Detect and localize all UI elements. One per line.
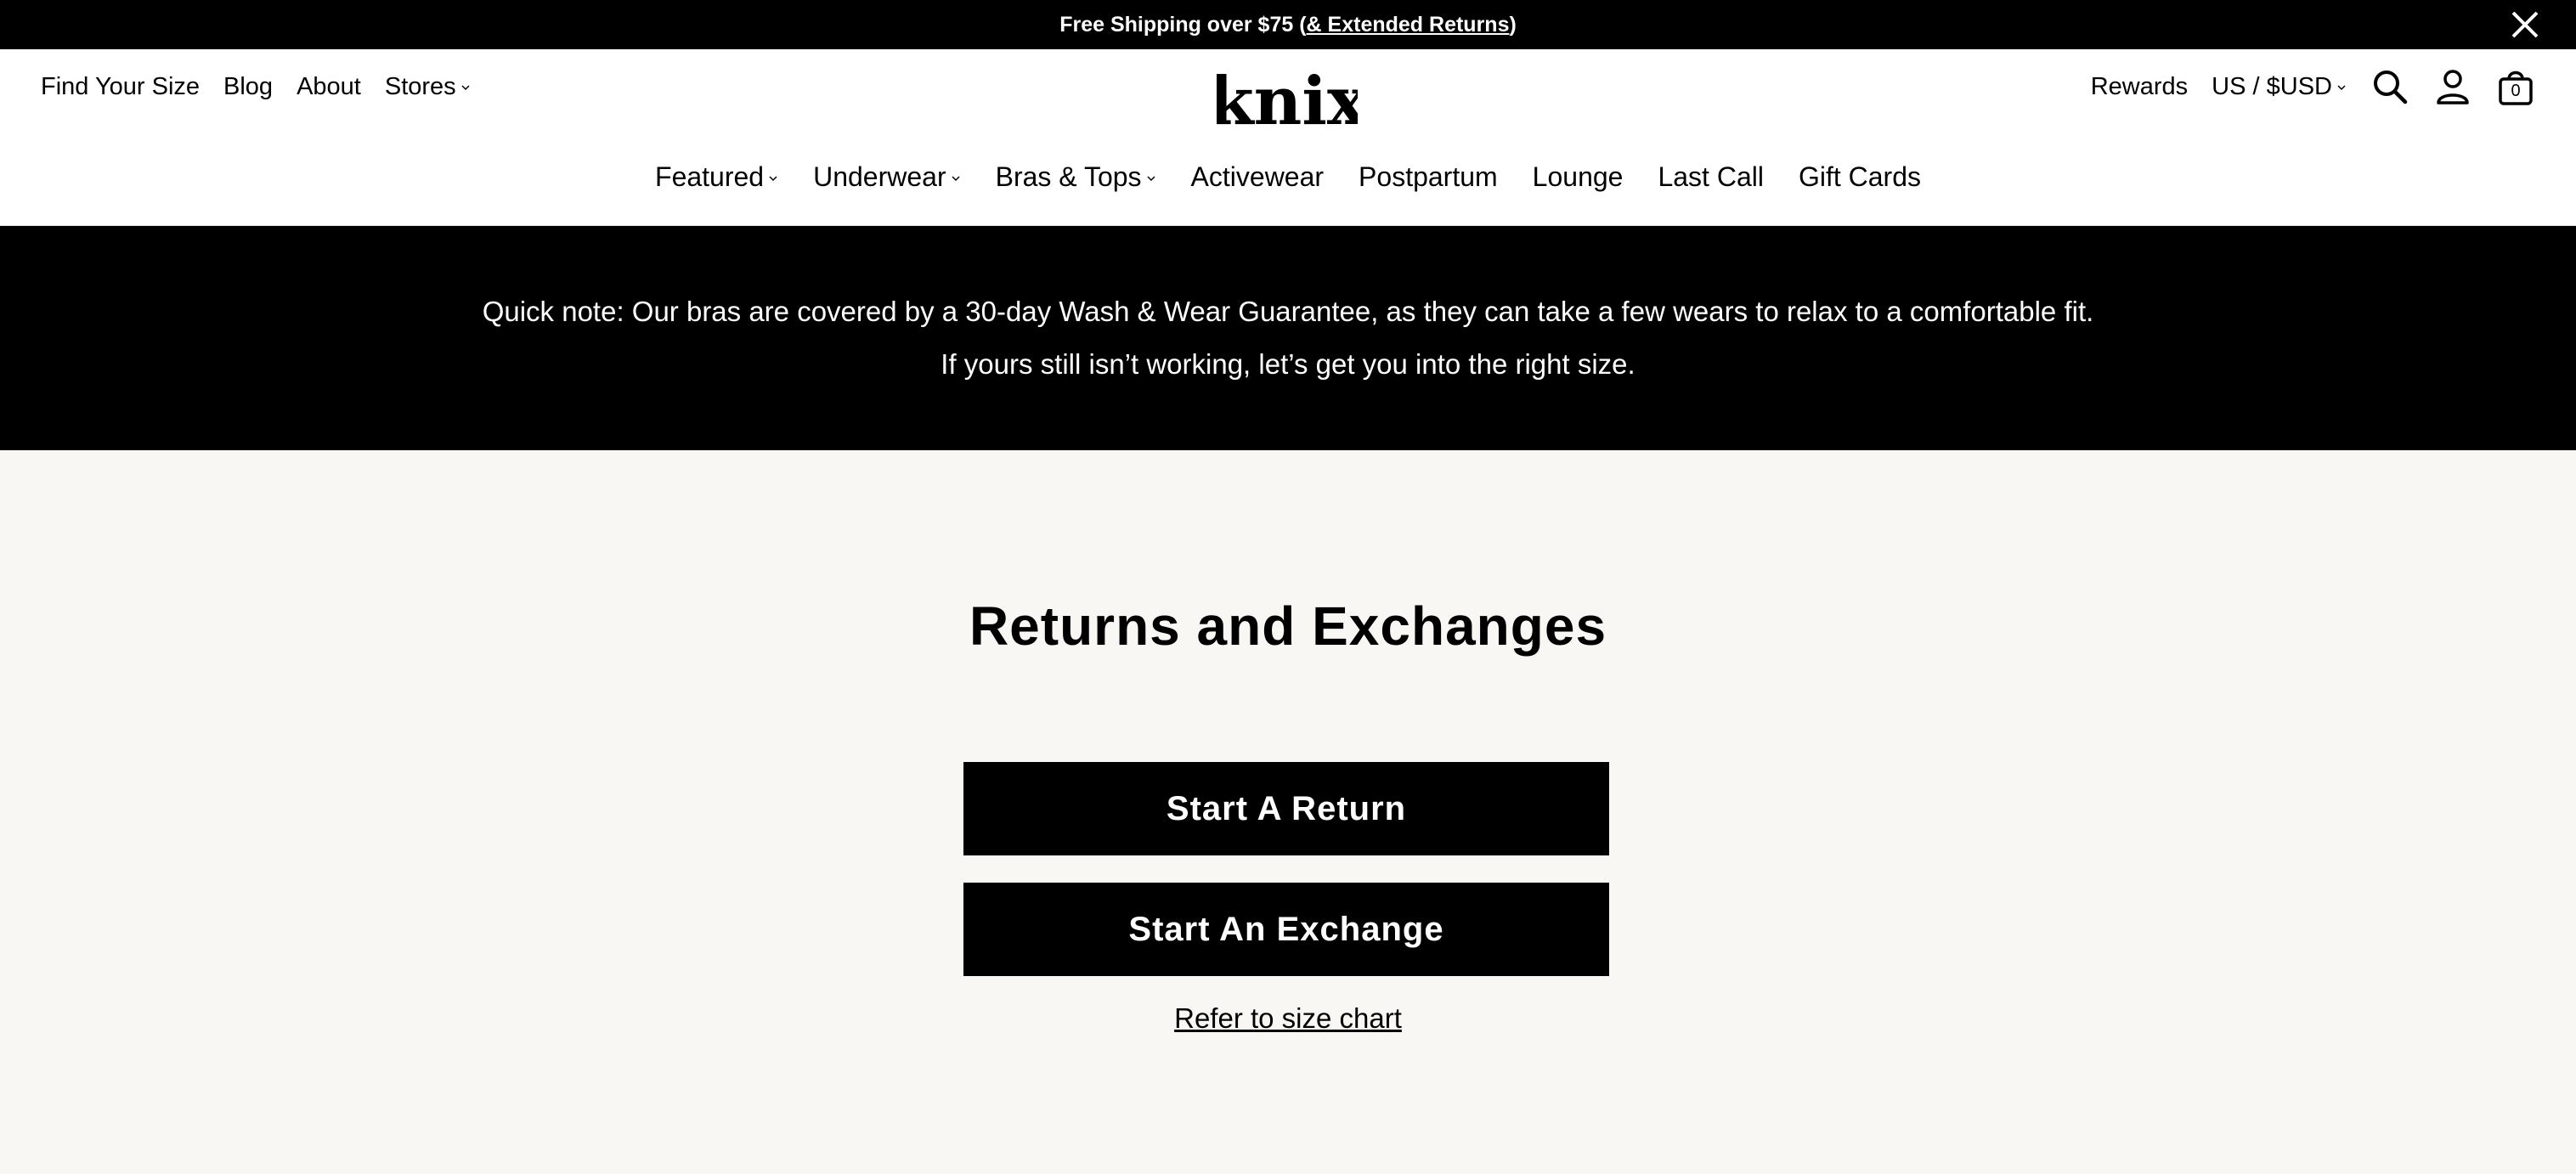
nav-featured-label: Featured	[655, 161, 765, 192]
notice-line-1: Quick note: Our bras are covered by a 30…	[482, 296, 2094, 327]
nav-featured[interactable]: Featured	[655, 161, 778, 193]
announcement-bar: Free Shipping over $75 (& Extended Retur…	[0, 0, 2576, 49]
blog-link[interactable]: Blog	[223, 73, 273, 101]
shopping-bag-icon[interactable]: 0	[2496, 67, 2535, 106]
announcement-text: Free Shipping over $75 (& Extended Retur…	[1059, 13, 1517, 37]
nav-underwear-label: Underwear	[813, 161, 946, 192]
page-title: Returns and Exchanges	[969, 595, 1607, 657]
nav-lounge[interactable]: Lounge	[1533, 161, 1624, 193]
nav-bras-tops-label: Bras & Tops	[995, 161, 1142, 192]
notice-line-2: If yours still isn’t working, let’s get …	[941, 348, 1635, 380]
nav-postpartum[interactable]: Postpartum	[1359, 161, 1498, 193]
user-icon[interactable]	[2433, 67, 2472, 106]
about-link[interactable]: About	[297, 73, 361, 101]
size-chart-link[interactable]: Refer to size chart	[0, 1002, 2576, 1035]
chevron-down-icon	[461, 85, 470, 90]
rewards-link[interactable]: Rewards	[2091, 73, 2188, 101]
extended-returns-link[interactable]: & Extended Returns	[1307, 13, 1510, 37]
stores-label: Stores	[384, 72, 456, 100]
find-your-size-link[interactable]: Find Your Size	[41, 73, 200, 101]
knix-logo[interactable]: knix	[1217, 71, 1358, 131]
chevron-down-icon	[769, 176, 777, 182]
cart-count: 0	[2511, 82, 2521, 100]
announcement-suffix: )	[1509, 12, 1517, 37]
start-exchange-button[interactable]: Start An Exchange	[963, 883, 1609, 976]
nav-activewear[interactable]: Activewear	[1191, 161, 1325, 193]
main-nav: Featured Underwear Bras & Tops Activewea…	[0, 155, 2576, 198]
nav-last-call[interactable]: Last Call	[1658, 161, 1764, 193]
search-icon[interactable]	[2370, 67, 2409, 106]
svg-text:knix: knix	[1217, 71, 1358, 131]
stores-dropdown[interactable]: Stores	[385, 73, 471, 101]
currency-selector[interactable]: US / $USD	[2212, 73, 2347, 101]
site-header: Find Your Size Blog About Stores knix Re…	[0, 49, 2576, 226]
utility-nav-left: Find Your Size Blog About Stores	[41, 49, 471, 124]
nav-bras-tops[interactable]: Bras & Tops	[996, 161, 1156, 193]
announcement-prefix: Free Shipping over $75 (	[1059, 12, 1307, 37]
utility-nav-right: Rewards US / $USD 0	[2091, 49, 2535, 124]
nav-gift-cards[interactable]: Gift Cards	[1799, 161, 1921, 193]
start-return-button[interactable]: Start A Return	[963, 762, 1609, 855]
guarantee-notice: Quick note: Our bras are covered by a 30…	[0, 226, 2576, 450]
close-icon[interactable]	[2508, 8, 2542, 42]
nav-underwear[interactable]: Underwear	[813, 161, 961, 193]
chevron-down-icon	[952, 176, 960, 182]
chevron-down-icon	[2337, 85, 2346, 90]
currency-label: US / $USD	[2212, 72, 2332, 100]
chevron-down-icon	[1147, 176, 1155, 182]
